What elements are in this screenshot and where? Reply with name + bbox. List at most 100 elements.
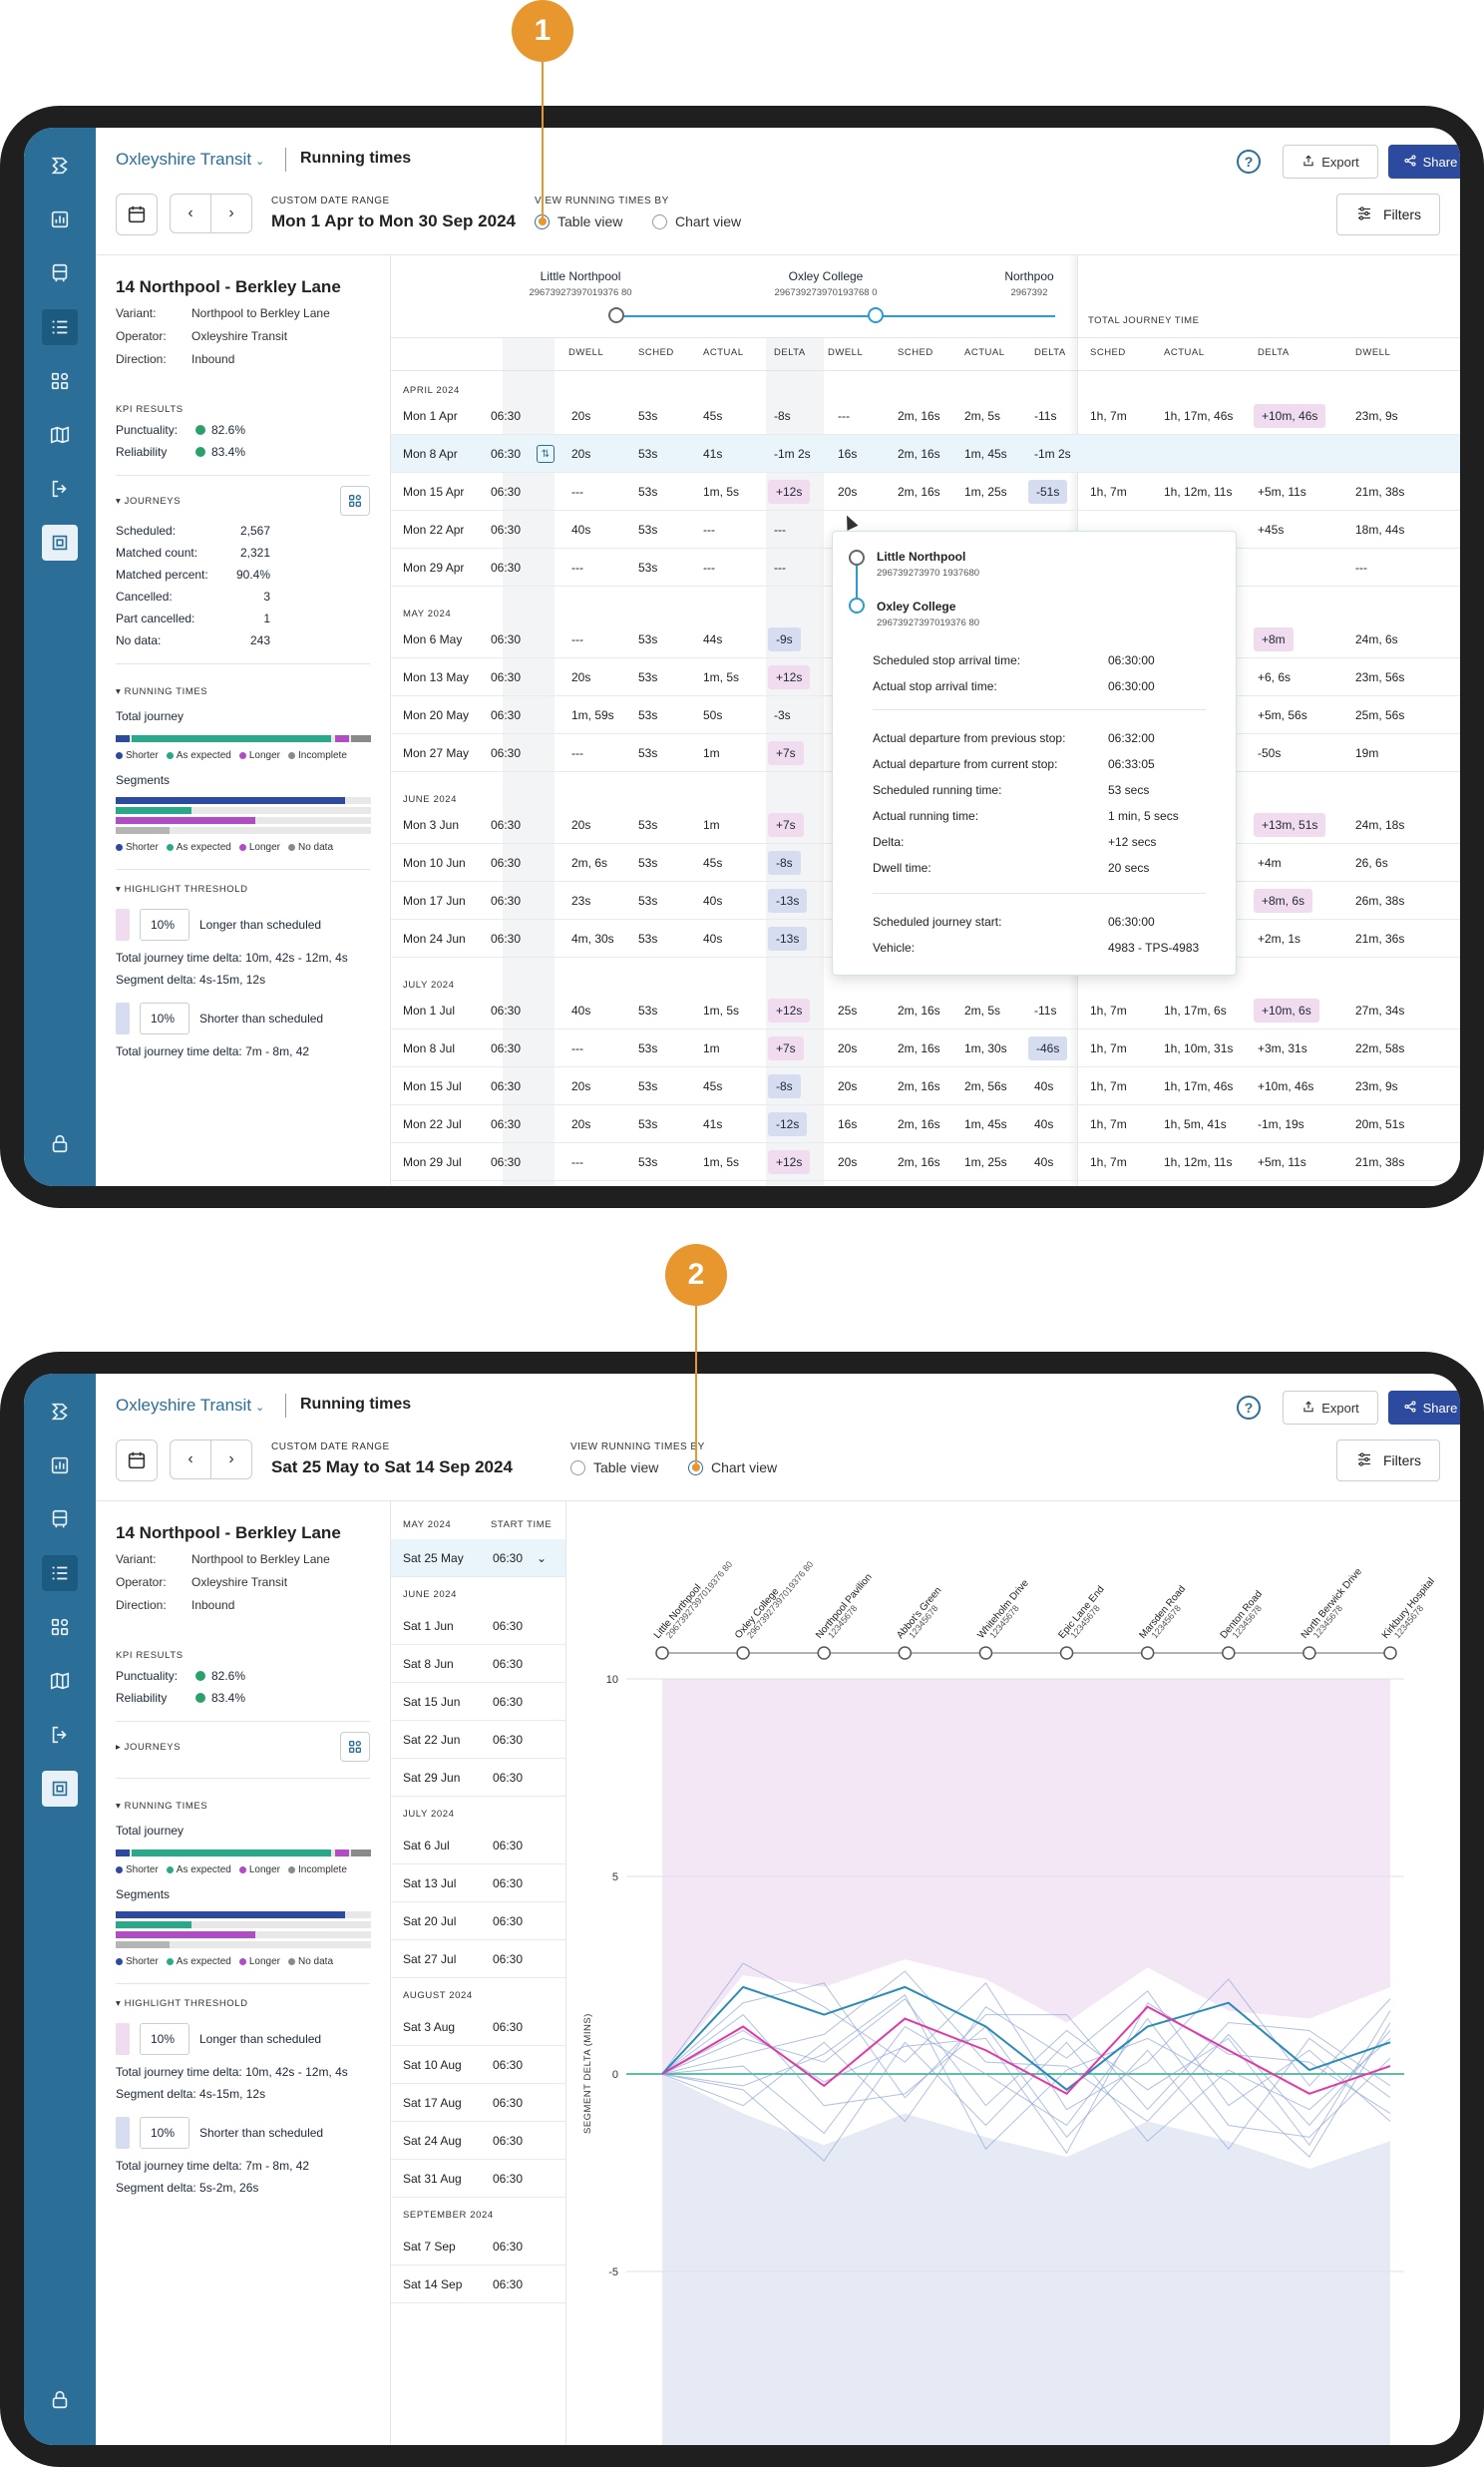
shorter-threshold-input[interactable]: 10% bbox=[140, 1003, 189, 1034]
bus-icon[interactable] bbox=[42, 1501, 78, 1537]
apps-icon[interactable] bbox=[42, 363, 78, 399]
journey-list-item[interactable]: Sat 14 Sep 06:30 bbox=[391, 2265, 565, 2303]
chart-svg: 1050-5-10SEGMENT DELTA (MINS)Little Nort… bbox=[582, 1559, 1436, 2445]
operator-selector[interactable]: Oxleyshire Transit ⌄ bbox=[116, 150, 264, 170]
chart-view-radio[interactable]: Chart view bbox=[688, 1459, 777, 1475]
column-header: DELTA bbox=[1034, 347, 1066, 358]
running-times-toggle[interactable]: ▾ RUNNING TIMES bbox=[116, 1801, 370, 1812]
segments-legend: Shorter As expected Longer No data bbox=[116, 1956, 370, 1967]
table-row[interactable]: Mon 1 Apr 06:30 20s 53s 45s -8s --- 2m, 16s 2m, … bbox=[391, 397, 1460, 435]
export-data-icon[interactable] bbox=[42, 1717, 78, 1753]
table-row[interactable]: Mon 1 Jul 06:30 40s 53s 1m, 5s +12s 25s 2m, 16s… bbox=[391, 992, 1460, 1029]
journey-list-item[interactable]: Sat 7 Sep 06:30 bbox=[391, 2228, 565, 2265]
dashboard-icon[interactable] bbox=[42, 202, 78, 237]
filters-button[interactable]: Filters bbox=[1336, 194, 1440, 235]
journeys-apps-icon[interactable] bbox=[340, 486, 370, 516]
calendar-icon[interactable] bbox=[116, 194, 158, 235]
journeys-toggle[interactable]: ▾ JOURNEYS bbox=[116, 486, 370, 516]
table-row[interactable]: Mon 22 Jul 06:30 20s 53s 41s -12s 16s 2m, 16s 1m… bbox=[391, 1105, 1460, 1143]
help-icon[interactable]: ? bbox=[1237, 150, 1261, 174]
share-button[interactable]: Share bbox=[1388, 1391, 1460, 1425]
running-times-icon[interactable] bbox=[42, 309, 78, 345]
table-view-radio[interactable]: Table view bbox=[570, 1459, 658, 1475]
export-button[interactable]: Export bbox=[1283, 1391, 1378, 1425]
map-icon[interactable] bbox=[42, 1663, 78, 1699]
bus-icon[interactable] bbox=[42, 255, 78, 291]
legend-item: Shorter bbox=[116, 1864, 159, 1875]
next-period-button[interactable]: › bbox=[210, 194, 252, 233]
longer-threshold-input[interactable]: 10% bbox=[140, 2023, 189, 2055]
export-data-icon[interactable] bbox=[42, 471, 78, 507]
journey-time: 06:30 bbox=[493, 2058, 524, 2072]
journey-list-item[interactable]: Sat 13 Jul 06:30 bbox=[391, 1864, 565, 1902]
table-cell: 20s bbox=[571, 409, 591, 423]
export-button[interactable]: Export bbox=[1283, 145, 1378, 179]
journey-time: 06:30 bbox=[491, 894, 522, 908]
chart-view-radio[interactable]: Chart view bbox=[652, 213, 741, 229]
sliders-icon bbox=[1355, 1450, 1373, 1471]
journey-list-item[interactable]: Sat 24 Aug 06:30 bbox=[391, 2122, 565, 2160]
segment-bar bbox=[116, 797, 371, 804]
filters-button[interactable]: Filters bbox=[1336, 1439, 1440, 1481]
table-cell: 1m bbox=[703, 1041, 720, 1055]
journey-list-item[interactable]: Sat 1 Jun 06:30 bbox=[391, 1607, 565, 1645]
longer-threshold-input[interactable]: 10% bbox=[140, 909, 189, 941]
calendar-icon[interactable] bbox=[116, 1439, 158, 1481]
top-bar: Oxleyshire Transit ⌄ Running times? Export S… bbox=[96, 128, 1460, 255]
dashboard-icon[interactable] bbox=[42, 1447, 78, 1483]
table-row[interactable]: Mon 15 Jul 06:30 20s 53s 45s -8s 20s 2m, 16s 2m,… bbox=[391, 1067, 1460, 1105]
table-row[interactable]: Mon 29 Jul 06:30 --- 53s 1m, 5s +12s 20s 2m, 16… bbox=[391, 1143, 1460, 1181]
table-cell: 2m, 16s bbox=[898, 1079, 940, 1093]
journey-list-item[interactable]: Sat 29 Jun 06:30 bbox=[391, 1759, 565, 1797]
reports-icon[interactable] bbox=[42, 1771, 78, 1807]
journey-list-item[interactable]: Sat 20 Jul 06:30 bbox=[391, 1902, 565, 1940]
bar-fill bbox=[116, 807, 191, 814]
journey-list-item[interactable]: Sat 10 Aug 06:30 bbox=[391, 2046, 565, 2084]
table-cell: 1m bbox=[703, 818, 720, 832]
stop-name: Northpoo bbox=[1004, 269, 1054, 283]
share-button[interactable]: Share bbox=[1388, 145, 1460, 179]
reports-icon[interactable] bbox=[42, 525, 78, 561]
table-cell: --- bbox=[571, 746, 583, 760]
help-icon[interactable]: ? bbox=[1237, 1396, 1261, 1420]
journey-list-item[interactable]: Sat 31 Aug 06:30 bbox=[391, 2160, 565, 2198]
detail-key: Variant: bbox=[116, 1552, 157, 1566]
apps-icon[interactable] bbox=[42, 1609, 78, 1645]
previous-period-button[interactable]: ‹ bbox=[170, 1439, 211, 1479]
journey-list-item[interactable]: Sat 17 Aug 06:30 bbox=[391, 2084, 565, 2122]
journeys-apps-icon[interactable] bbox=[340, 1732, 370, 1762]
swap-icon[interactable]: ⇅ bbox=[537, 445, 555, 463]
journey-list-item[interactable]: Sat 22 Jun 06:30 bbox=[391, 1721, 565, 1759]
journey-list-item[interactable]: Sat 25 May 06:30 ⌄ bbox=[391, 1539, 565, 1577]
table-row[interactable]: Mon 15 Apr 06:30 --- 53s 1m, 5s +12s 20s 2m, 16… bbox=[391, 473, 1460, 511]
map-icon[interactable] bbox=[42, 417, 78, 453]
journey-list-item[interactable]: Sat 8 Jun 06:30 bbox=[391, 1645, 565, 1683]
journeys-toggle[interactable]: ▸ JOURNEYS bbox=[116, 1732, 370, 1762]
running-times-icon[interactable] bbox=[42, 1555, 78, 1591]
chevron-down-icon: ⌄ bbox=[255, 1402, 265, 1414]
share-label: Share bbox=[1422, 1400, 1458, 1416]
table-view-radio[interactable]: Table view bbox=[535, 213, 622, 229]
segment-bar bbox=[116, 1911, 371, 1918]
journey-list-item[interactable]: Sat 6 Jul 06:30 bbox=[391, 1827, 565, 1864]
lock-icon[interactable] bbox=[42, 1125, 78, 1161]
table-row[interactable]: Mon 8 Jul 06:30 --- 53s 1m +7s 20s 2m, 16s 1m, 3… bbox=[391, 1029, 1460, 1067]
operator-selector[interactable]: Oxleyshire Transit ⌄ bbox=[116, 1396, 264, 1416]
journey-list-item[interactable]: Sat 15 Jun 06:30 bbox=[391, 1683, 565, 1721]
journey-list-item[interactable]: Sat 27 Jul 06:30 bbox=[391, 1940, 565, 1978]
threshold-toggle[interactable]: ▾ HIGHLIGHT THRESHOLD bbox=[116, 1998, 370, 2009]
journey-time: 06:30 bbox=[491, 561, 522, 575]
next-period-button[interactable]: › bbox=[210, 1439, 252, 1479]
shorter-threshold-input[interactable]: 10% bbox=[140, 2117, 189, 2149]
table-cell: 53s bbox=[638, 1155, 658, 1169]
running-times-toggle[interactable]: ▾ RUNNING TIMES bbox=[116, 686, 370, 697]
journey-list-item[interactable]: Sat 3 Aug 06:30 bbox=[391, 2008, 565, 2046]
threshold-toggle[interactable]: ▾ HIGHLIGHT THRESHOLD bbox=[116, 884, 370, 895]
tooltip-key: Scheduled stop arrival time: bbox=[873, 653, 1021, 667]
share-icon bbox=[1403, 1400, 1417, 1417]
title-divider bbox=[285, 148, 286, 172]
table-row[interactable]: Mon 8 Apr 06:30 ⇅ 20s 53s 41s -1m 2s 16s 2m, 16s… bbox=[391, 435, 1460, 473]
previous-period-button[interactable]: ‹ bbox=[170, 194, 211, 233]
tooltip-row: Actual departure from current stop: 06:33… bbox=[873, 757, 1155, 771]
lock-icon[interactable] bbox=[42, 2381, 78, 2417]
